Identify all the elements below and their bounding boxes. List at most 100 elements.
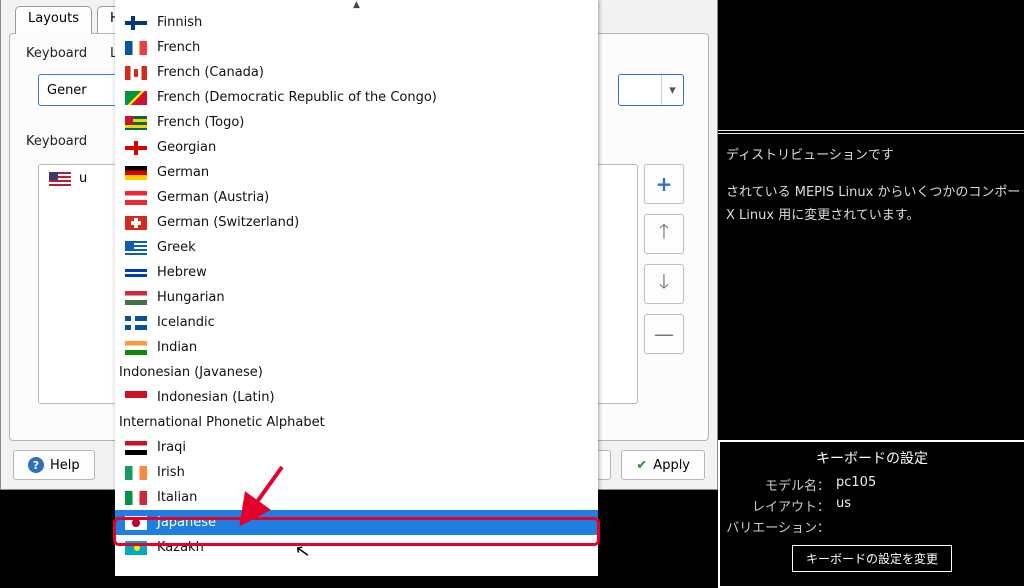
dropdown-item-irish[interactable]: Irish <box>115 460 598 485</box>
dropdown-item-japanese[interactable]: Japanese <box>115 510 598 535</box>
dropdown-item-hebrew[interactable]: Hebrew <box>115 260 598 285</box>
apply-button[interactable]: ✔ Apply <box>621 450 705 480</box>
keyboard-model-combobox[interactable]: Gener <box>38 74 118 106</box>
dropdown-item-greek[interactable]: Greek <box>115 235 598 260</box>
kazakh-flag-icon <box>125 541 147 555</box>
list-item-label: u <box>79 171 87 186</box>
irish-flag-icon <box>125 466 147 480</box>
dropdown-item-label: International Phonetic Alphabet <box>119 415 325 430</box>
german-flag-icon <box>125 166 147 180</box>
finnish-flag-icon <box>125 16 147 30</box>
dropdown-item-label: Italian <box>157 490 197 505</box>
indian-flag-icon <box>125 341 147 355</box>
dropdown-item-label: German <box>157 165 209 180</box>
us-flag-icon <box>49 172 71 186</box>
info-line: X Linux 用に変更されています。 <box>722 202 1024 225</box>
dropdown-item-icelandic[interactable]: Icelandic <box>115 310 598 335</box>
japanese-flag-icon <box>125 516 147 530</box>
change-keyboard-settings-button[interactable]: キーボードの設定を変更 <box>792 545 952 572</box>
dropdown-item-label: Icelandic <box>157 315 215 330</box>
combo-value: Gener <box>39 83 117 98</box>
dropdown-item-label: Indonesian (Latin) <box>157 390 275 405</box>
field-value: us <box>836 496 851 515</box>
dropdown-item-label: German (Austria) <box>157 190 269 205</box>
georgian-flag-icon <box>125 141 147 155</box>
icelandic-flag-icon <box>125 316 147 330</box>
field-value: pc105 <box>836 475 876 494</box>
field-label: モデル名： <box>726 475 836 494</box>
swiss-flag-icon <box>125 216 147 230</box>
check-icon: ✔ <box>636 458 647 473</box>
dropdown-item-label: Indian <box>157 340 197 355</box>
help-icon: ? <box>28 457 44 473</box>
dropdown-item-georgian[interactable]: Georgian <box>115 135 598 160</box>
dropdown-list: Finnish French French (Canada) French (Demo… <box>115 10 598 560</box>
dropdown-item-label: Irish <box>157 465 185 480</box>
greek-flag-icon <box>125 241 147 255</box>
move-down-button[interactable]: 🡓 <box>644 264 684 304</box>
plus-icon: + <box>656 172 673 196</box>
box-title: キーボードの設定 <box>726 448 1018 468</box>
dropdown-item-indonesian-latin[interactable]: Indonesian (Latin) <box>115 385 598 410</box>
dropdown-item-international-phonetic-alphabet[interactable]: International Phonetic Alphabet <box>115 410 598 435</box>
italian-flag-icon <box>125 491 147 505</box>
dropdown-item-label: Indonesian (Javanese) <box>119 365 263 380</box>
dropdown-item-label: Georgian <box>157 140 216 155</box>
austria-flag-icon <box>125 191 147 205</box>
dropdown-item-label: Greek <box>157 240 196 255</box>
label-keyboard-model: Keyboard <box>26 46 87 61</box>
congo-flag-icon <box>125 91 147 105</box>
canada-flag-icon <box>125 66 147 80</box>
chevron-down-icon: ▾ <box>661 75 683 105</box>
dropdown-item-label: Japanese <box>157 515 216 530</box>
minus-icon: — <box>654 322 674 346</box>
move-up-button[interactable]: 🡑 <box>644 214 684 254</box>
french-flag-icon <box>125 41 147 55</box>
dropdown-item-label: Kazakh <box>157 540 204 555</box>
dropdown-item-kazakh[interactable]: Kazakh <box>115 535 598 560</box>
dropdown-item-iraqi[interactable]: Iraqi <box>115 435 598 460</box>
dropdown-item-german[interactable]: German <box>115 160 598 185</box>
layout-side-buttons: + 🡑 🡓 — <box>644 164 684 364</box>
dropdown-item-indian[interactable]: Indian <box>115 335 598 360</box>
keyboard-info-box: キーボードの設定 モデル名：pc105 レイアウト：us バリエーション： キー… <box>718 440 1024 588</box>
scroll-up-indicator[interactable]: ▲ <box>115 0 598 10</box>
dropdown-item-label: Iraqi <box>157 440 186 455</box>
dropdown-item-label: German (Switzerland) <box>157 215 299 230</box>
dropdown-item-finnish[interactable]: Finnish <box>115 10 598 35</box>
tab-layouts[interactable]: Layouts <box>15 6 92 34</box>
button-label: Help <box>50 458 80 473</box>
field-label: レイアウト： <box>726 496 836 515</box>
info-line: されている MEPIS Linux からいくつかのコンポー <box>722 179 1024 202</box>
dropdown-item-label: French (Canada) <box>157 65 264 80</box>
dropdown-item-label: French <box>157 40 200 55</box>
tab-label: Layouts <box>28 11 79 26</box>
togo-flag-icon <box>125 116 147 130</box>
arrow-up-icon: 🡑 <box>659 217 669 251</box>
iraqi-flag-icon <box>125 441 147 455</box>
field-label: バリエーション： <box>726 517 836 536</box>
variant-combobox[interactable]: ▾ <box>618 74 684 106</box>
dropdown-item-label: French (Democratic Republic of the Congo… <box>157 90 437 105</box>
dropdown-item-french-canada[interactable]: French (Canada) <box>115 60 598 85</box>
remove-layout-button[interactable]: — <box>644 314 684 354</box>
dropdown-item-label: French (Togo) <box>157 115 244 130</box>
hungarian-flag-icon <box>125 291 147 305</box>
add-layout-button[interactable]: + <box>644 164 684 204</box>
button-label: キーボードの設定を変更 <box>806 552 938 566</box>
button-label: Apply <box>653 458 690 473</box>
dropdown-item-french[interactable]: French <box>115 35 598 60</box>
dropdown-item-german-austria[interactable]: German (Austria) <box>115 185 598 210</box>
language-dropdown[interactable]: ▲ Finnish French French (Canada) French (De… <box>115 0 598 576</box>
dropdown-item-italian[interactable]: Italian <box>115 485 598 510</box>
help-button[interactable]: ? Help <box>13 450 95 480</box>
label-keyboard-layout: Keyboard <box>26 134 87 149</box>
dropdown-item-french-democratic-republic-of-the-congo[interactable]: French (Democratic Republic of the Congo… <box>115 85 598 110</box>
indo-flag-icon <box>125 391 147 405</box>
terminal-info-panel: ディストリビューションです されている MEPIS Linux からいくつかのコ… <box>718 0 1024 576</box>
dropdown-item-indonesian-javanese[interactable]: Indonesian (Javanese) <box>115 360 598 385</box>
dropdown-item-french-togo[interactable]: French (Togo) <box>115 110 598 135</box>
dropdown-item-german-switzerland[interactable]: German (Switzerland) <box>115 210 598 235</box>
dropdown-item-hungarian[interactable]: Hungarian <box>115 285 598 310</box>
dropdown-item-label: Finnish <box>157 15 202 30</box>
